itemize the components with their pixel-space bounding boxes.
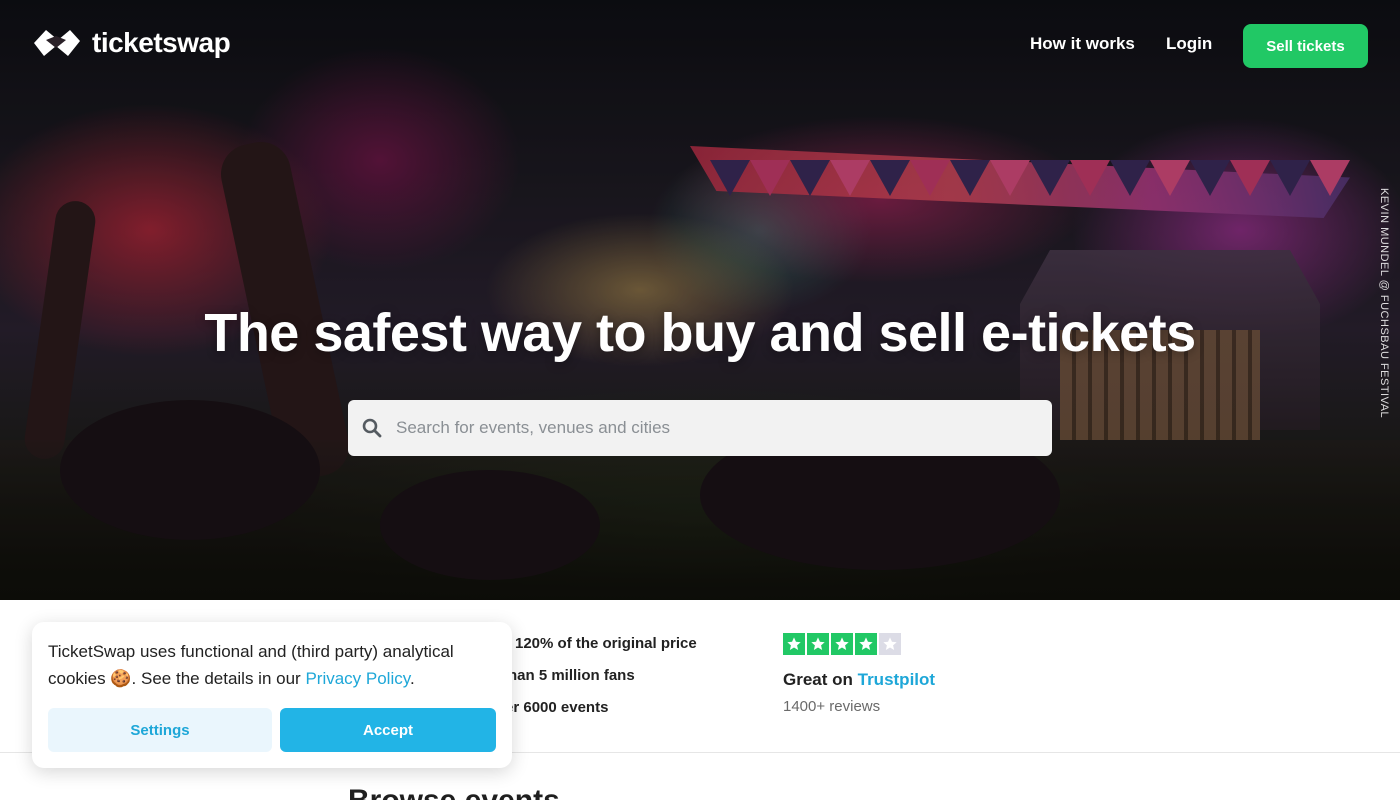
browse-events-heading: Browse events — [348, 784, 560, 800]
cookie-accept-button[interactable]: Accept — [280, 708, 496, 752]
top-navigation: ticketswap How it works Login Sell ticke… — [0, 0, 1400, 92]
stat-item-fans: han 5 million fans — [508, 667, 635, 684]
hero-headline: The safest way to buy and sell e-tickets — [204, 303, 1196, 363]
cookie-emoji: 🍪 — [110, 669, 132, 688]
privacy-policy-link[interactable]: Privacy Policy — [305, 669, 410, 688]
stat-item-price-cap: 120% of the original price — [515, 635, 697, 652]
stat-item-events: er 6000 events — [505, 699, 609, 716]
star-icon — [855, 633, 877, 655]
star-icon — [807, 633, 829, 655]
search-icon — [348, 400, 396, 456]
ticketswap-logo[interactable]: ticketswap — [32, 26, 231, 60]
cookie-settings-button[interactable]: Settings — [48, 708, 272, 752]
star-icon — [879, 633, 901, 655]
search-input[interactable] — [396, 400, 1052, 456]
trustpilot-link[interactable]: Trustpilot — [858, 670, 935, 689]
sell-tickets-button[interactable]: Sell tickets — [1243, 24, 1368, 68]
ticketswap-logo-icon — [34, 30, 80, 56]
nav-link-login[interactable]: Login — [1166, 34, 1212, 54]
trustpilot-great-on: Great on — [783, 670, 858, 689]
star-icon — [831, 633, 853, 655]
trustpilot-stars — [783, 633, 901, 655]
nav-link-how-it-works[interactable]: How it works — [1030, 34, 1135, 54]
cookie-text-after: . — [409, 669, 415, 688]
star-icon — [783, 633, 805, 655]
cookie-text-middle: . See the details in our — [131, 669, 306, 688]
cookie-banner: TicketSwap uses functional and (third pa… — [32, 622, 512, 768]
trustpilot-reviews-count: 1400+ reviews — [783, 698, 881, 715]
trustpilot-rating-line: Great on Trustpilot — [783, 670, 935, 690]
logo-text: ticketswap — [92, 27, 231, 58]
cookie-message: TicketSwap uses functional and (third pa… — [48, 638, 488, 692]
search-bar — [348, 400, 1052, 456]
